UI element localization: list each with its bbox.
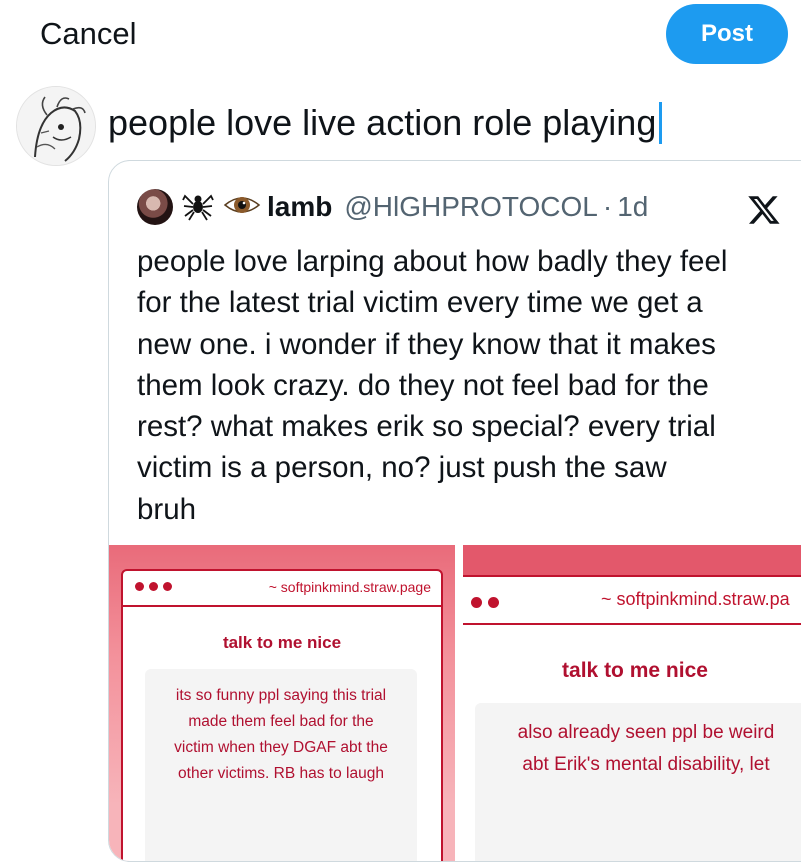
compose-input[interactable]: people love live action role playing <box>108 102 663 144</box>
attached-image-left[interactable]: ~ softpinkmind.straw.page talk to me nic… <box>109 545 455 861</box>
quoted-post-text: people love larping about how badly they… <box>137 241 797 530</box>
message-line: made them feel bad for the <box>188 713 374 730</box>
quoted-text-line: them look crazy. do they not feel bad fo… <box>137 368 709 402</box>
quoted-text-line: victim is a person, no? just push the sa… <box>137 451 667 485</box>
screenshot-card: ~ softpinkmind.straw.pa talk to me nice … <box>463 575 801 861</box>
message-line: also already seen ppl be weird <box>517 722 775 743</box>
message-line: abt Erik's mental disability, let <box>522 754 770 775</box>
quoted-text-line: new one. i wonder if they know that it m… <box>137 327 716 361</box>
card-title-bar: ~ softpinkmind.straw.page <box>123 571 441 607</box>
message-bubble: also already seen ppl be weird abt Erik'… <box>475 703 801 861</box>
quoted-text-line: people love larping about how badly they… <box>137 245 728 278</box>
card-title-bar: ~ softpinkmind.straw.pa <box>463 577 801 625</box>
cancel-button[interactable]: Cancel <box>40 16 137 52</box>
message-line: other victims. RB has to laugh <box>178 765 384 782</box>
quoted-author-avatar[interactable] <box>137 189 173 225</box>
avatar-sketch-icon <box>17 87 95 165</box>
quoted-post[interactable]: lamb @HlGHPROTOCOL · 1d people love larp… <box>108 160 801 862</box>
compose-text: people love live action role playing <box>108 102 657 143</box>
post-button[interactable]: Post <box>666 4 788 64</box>
window-dots-icon <box>471 597 499 608</box>
attached-image-right[interactable]: ~ softpinkmind.straw.pa talk to me nice … <box>463 545 801 861</box>
card-title: talk to me nice <box>222 633 342 652</box>
quoted-text-line: rest? what makes erik so special? every … <box>137 410 716 444</box>
spider-icon <box>181 188 215 227</box>
card-url: ~ softpinkmind.straw.pa <box>601 589 790 609</box>
eye-icon <box>223 190 261 225</box>
quoted-text-line: for the latest trial victim every time w… <box>137 286 703 320</box>
card-url: ~ softpinkmind.straw.page <box>268 579 431 595</box>
post-timestamp: 1d <box>617 191 649 222</box>
quoted-author-name[interactable]: lamb <box>267 191 332 223</box>
message-bubble: its so funny ppl saying this trial made … <box>145 669 417 861</box>
quoted-author-handle[interactable]: @HlGHPROTOCOL <box>344 191 598 223</box>
x-logo-icon <box>748 196 780 224</box>
message-line: its so funny ppl saying this trial <box>175 687 387 704</box>
window-dots-icon <box>135 582 172 591</box>
card-title: talk to me nice <box>562 659 708 682</box>
user-avatar[interactable] <box>16 86 96 166</box>
quoted-post-header: lamb @HlGHPROTOCOL · 1d <box>137 187 648 227</box>
separator-dot: · <box>602 191 613 222</box>
screenshot-card: ~ softpinkmind.straw.page talk to me nic… <box>121 569 443 861</box>
quoted-text-line: bruh <box>137 492 197 526</box>
message-line: victim when they DGAF abt the <box>174 739 388 756</box>
text-caret <box>659 102 663 144</box>
